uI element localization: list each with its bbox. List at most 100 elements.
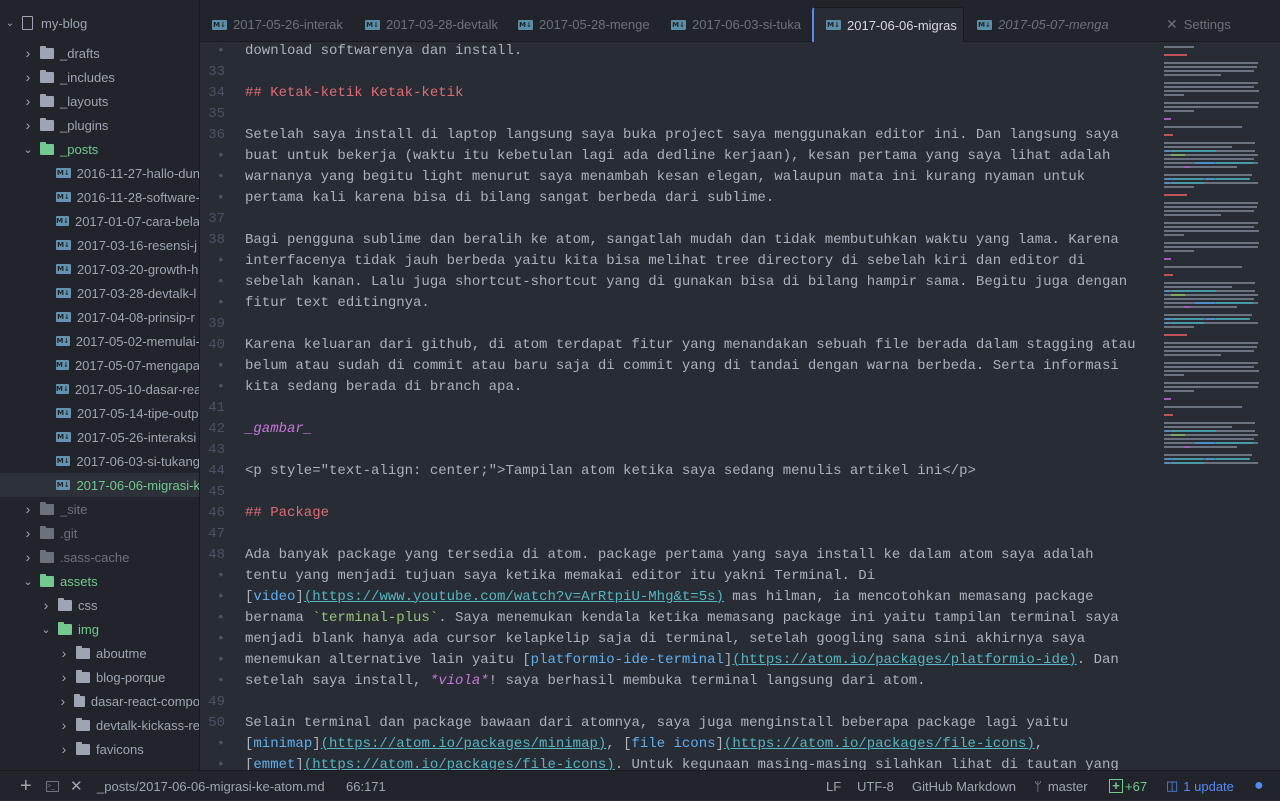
tree-file[interactable]: M↓ 2017-05-26-interaksi [0,425,199,449]
line-ending[interactable]: LF [826,771,841,801]
tree-folder[interactable]: › dasar-react-compo [0,689,199,713]
markdown-file-icon: M↓ [56,480,71,490]
minimap-line [1164,326,1194,328]
tree-folder[interactable]: › devtalk-kickass-re [0,713,199,737]
minimap-line [1164,54,1188,56]
file-path[interactable]: _posts/2017-06-06-migrasi-ke-atom.md [97,771,325,801]
update-button[interactable]: ◫ 1 update [1166,771,1234,801]
tree-folder[interactable]: › .git [0,521,199,545]
minimap-line [1164,386,1258,388]
git-diff[interactable]: + +67 [1109,771,1147,801]
line-number: 39 [208,315,225,332]
squirrel-icon[interactable]: ● [1254,771,1264,801]
cursor-position[interactable]: 66:171 [346,771,386,801]
tab[interactable]: M↓ 2017-06-03-si-tuka [659,7,811,42]
tree-item-label: .sass-cache [60,549,130,565]
minimap-line [1253,302,1258,304]
tree-file[interactable]: M↓ 2017-05-10-dasar-rea [0,377,199,401]
branch-name: master [1047,778,1088,794]
text-editor[interactable]: • download softwarenya dan install. 33 34 ##… [201,42,1160,771]
minimap-line [1203,182,1258,184]
line-number: • [216,42,225,59]
minimap-line [1194,162,1216,164]
chevron-right-icon: › [25,69,31,85]
line-text: warnanya yang begitu light menurut saya … [245,169,1085,185]
minimap-line [1164,222,1258,224]
terminal-icon[interactable]: >_ [46,780,59,792]
grammar[interactable]: GitHub Markdown [912,771,1016,801]
minimap-line [1164,438,1254,440]
editor-line: 46 ## Package [201,502,1160,523]
tree-folder[interactable]: ⌄ assets [0,569,199,593]
tree-file[interactable]: M↓ 2017-04-08-prinsip-r [0,305,199,329]
chevron-right-icon: › [25,93,31,109]
tree-item-label: 2017-05-02-memulai- [75,333,200,349]
editor-line: 45 [201,481,1160,502]
tree-file[interactable]: M↓ 2016-11-27-hallo-dun [0,161,199,185]
tab[interactable]: M↓ 2017-05-07-menga [965,7,1117,42]
tab[interactable]: M↓ 2017-05-28-menge [506,7,658,42]
tree-folder[interactable]: ⌄ img [0,617,199,641]
editor-line: 48 Ada banyak package yang tersedia di at… [201,544,1160,565]
editor-line: • [video](https://www.youtube.com/watch?v… [201,586,1160,607]
tree-folder[interactable]: › .sass-cache [0,545,199,569]
tree-folder[interactable]: ⌄ _posts [0,137,199,161]
add-terminal-icon[interactable]: + [20,771,32,801]
token-linktext: file icons [631,735,716,752]
minimap-line [1164,234,1184,236]
close-terminal-icon[interactable]: ✕ [70,771,83,801]
editor-line: 33 [201,61,1160,82]
tree-file[interactable]: M↓ 2016-11-28-software- [0,185,199,209]
git-branch[interactable]: ᛘ master [1034,771,1088,801]
minimap-line [1164,74,1221,76]
minimap-line [1164,286,1232,288]
tree-folder[interactable]: › _site [0,497,199,521]
tree-file[interactable]: M↓ 2017-06-03-si-tukang [0,449,199,473]
minimap-line [1164,126,1243,128]
minimap-line [1164,306,1184,308]
tree-file[interactable]: M↓ 2017-06-06-migrasi-k [0,473,199,497]
editor-line: 34 ## Ketak-ketik Ketak-ketik [201,82,1160,103]
tree-folder[interactable]: › favicons [0,737,199,761]
tab[interactable]: M↓ 2017-03-28-devtalk [353,7,505,42]
editor-line: 44 <p style="text-align: center;">Tampila… [201,460,1160,481]
tree-folder[interactable]: › css [0,593,199,617]
minimap-line [1215,318,1249,320]
tab-settings[interactable]: ✕ Settings [1166,7,1280,42]
tree-folder[interactable]: › aboutme [0,641,199,665]
minimap-line [1164,46,1194,48]
line-number: 49 [208,693,225,710]
tree-folder[interactable]: › _plugins [0,113,199,137]
tree-file[interactable]: M↓ 2017-03-16-resensi-j [0,233,199,257]
minimap-line [1164,258,1172,260]
line-text: menemukan alternative lain yaitu [platfo… [245,652,1119,668]
project-root[interactable]: ⌄ my-blog [0,11,199,35]
chevron-right-icon: › [60,693,66,709]
minimap-line [1164,334,1188,336]
tree-folder[interactable]: › blog-porque [0,665,199,689]
token-t: <p style="text-align: center;">Tampilan … [245,462,976,479]
tree-file[interactable]: M↓ 2017-05-07-mengapa [0,353,199,377]
line-text: Bagi pengguna sublime dan beralih ke ato… [245,232,1119,248]
tab[interactable]: M↓ 2017-05-26-interak [200,7,352,42]
tree-file[interactable]: M↓ 2017-03-28-devtalk-l [0,281,199,305]
tab-bar: M↓ 2017-05-26-interak M↓ 2017-03-28-devtalk… [200,0,1280,42]
folder-icon [75,717,90,731]
tab[interactable]: M↓ 2017-06-06-migras [812,7,964,42]
tab-label: 2017-05-28-menge [539,17,650,32]
encoding[interactable]: UTF-8 [857,771,894,801]
tree-file[interactable]: M↓ 2017-01-07-cara-bela [0,209,199,233]
tree-file[interactable]: M↓ 2017-03-20-growth-h [0,257,199,281]
minimap[interactable] [1160,42,1280,770]
tree-file[interactable]: M↓ 2017-05-02-memulai- [0,329,200,353]
tree-folder[interactable]: › _layouts [0,89,199,113]
tree-item-label: 2017-05-26-interaksi [77,429,197,445]
line-number: • [216,168,225,185]
tree-folder[interactable]: › _includes [0,65,199,89]
line-text: [minimap](https://atom.io/packages/minim… [245,736,1043,752]
tree-folder[interactable]: › _drafts [0,41,199,65]
token-t: warnanya yang begitu light menurut saya … [245,168,1086,185]
tree-file[interactable]: M↓ 2017-05-14-tipe-outp [0,401,199,425]
line-text: [emmet](https://atom.io/packages/file-ic… [245,757,1119,771]
minimap-line [1172,178,1203,180]
